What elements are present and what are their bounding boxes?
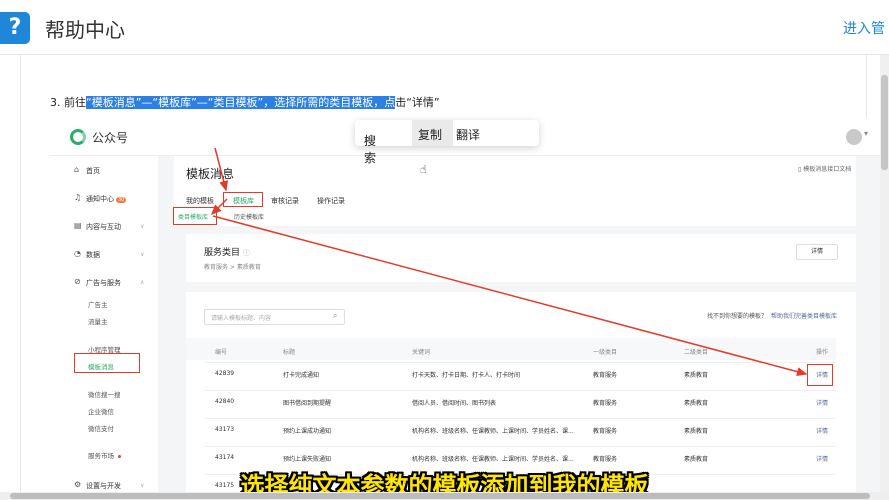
template-header-panel: [174, 156, 856, 226]
help-logo-icon[interactable]: ?: [0, 12, 30, 44]
search-placeholder: 请输入模板标题、内容: [211, 315, 272, 322]
step-prefix: 3. 前往: [50, 96, 86, 109]
subtab-highlight-box: [173, 207, 217, 225]
table-cell: 机构名称、班级名称、任课教师、上课时间、学员姓名、课...: [412, 428, 574, 435]
table-cell: 素质教育: [684, 456, 709, 463]
improve-link: 帮助我们完善类目模板库: [771, 313, 838, 320]
sidebar-item-ads: 广告与服务: [86, 279, 121, 287]
chevron-down-icon: ∨: [140, 223, 145, 230]
service-panel: [186, 234, 856, 282]
ads-icon: ⊘: [74, 277, 81, 286]
th-cat1: 一级类目: [593, 349, 618, 356]
popup-translate[interactable]: 翻译: [456, 126, 480, 143]
template-doc-link: ▯ 模板消息接口文档: [798, 166, 852, 173]
notify-badge: 30: [116, 197, 127, 203]
template-search-input: 请输入模板标题、内容 ⌕: [204, 309, 345, 325]
sidebar-item-content: 内容与互动: [86, 223, 121, 231]
chevron-down-icon: ▾: [864, 129, 869, 138]
table-cell: 教育服务: [593, 400, 618, 407]
chevron-up-icon: ∧: [140, 279, 145, 286]
table-row-divider: [204, 418, 836, 419]
step-instruction: 3. 前往“模板消息”—“模板库”—“类目模板”，选择所需的类目模板，点击“详情…: [50, 94, 440, 110]
sidebar-sub-market: 服务市场: [88, 450, 121, 460]
table-cell: 素质教育: [684, 400, 709, 407]
sidebar-item-notify: 通知中心 30: [86, 195, 127, 203]
table-cell: 教育服务: [593, 428, 618, 435]
template-title: 模板消息: [186, 167, 235, 181]
table-cell: 42839: [215, 370, 235, 377]
th-title: 标题: [283, 349, 296, 356]
table-cell: 打卡天数、打卡日期、打卡人、打卡时间: [412, 372, 521, 379]
help-header: ? 帮助中心 进入管: [0, 0, 889, 55]
service-path: 教育服务 > 素质教育: [204, 264, 261, 271]
table-cell: 43174: [215, 454, 235, 461]
embedded-screenshot: 公众号 ▾ ⌂ 首页 ♫ 通知中心 30 ▤ 内容与互动 ∨ ◔ 数据 ∨ ⊘ 广…: [50, 118, 880, 492]
home-icon: ⌂: [74, 165, 80, 174]
enter-admin-link[interactable]: 进入管: [843, 18, 885, 38]
table-row-divider: [204, 390, 836, 391]
subtab-history: 历史模板库: [234, 214, 265, 221]
not-found-hint: 找不到你想要的模板？ 帮助我们完善类目模板库: [707, 313, 838, 320]
tab-highlight-box: [223, 192, 263, 207]
bell-icon: ♫: [74, 193, 82, 202]
sidebar-sub-pay: 微信支付: [88, 425, 114, 433]
tab-review-log: 审核记录: [271, 197, 299, 205]
service-detail-button: 详情: [796, 244, 838, 260]
table-cell: 素质教育: [684, 428, 709, 435]
left-divider: [20, 55, 21, 492]
tab-my-templates: 我的模板: [186, 197, 214, 205]
horizontal-scrollbar[interactable]: [0, 492, 889, 500]
th-id: 编号: [215, 349, 228, 356]
detail-highlight-box: [807, 364, 833, 386]
sidebar-sub-search: 微信搜一搜: [88, 391, 121, 399]
template-menu-highlight: [74, 353, 140, 373]
mp-name: 公众号: [92, 131, 129, 145]
scroll-thumb[interactable]: [881, 75, 888, 170]
popup-copy[interactable]: 复制: [418, 126, 442, 143]
sidebar-sub-work: 企业微信: [88, 408, 114, 416]
content-icon: ▤: [74, 221, 82, 230]
table-cell: 图书借阅到期提醒: [283, 400, 332, 407]
vertical-scrollbar[interactable]: [880, 55, 889, 492]
table-cell: 预约上课成功通知: [283, 428, 332, 435]
sidebar-item-home: 首页: [86, 167, 100, 175]
table-cell: 机构名称、班级名称、任课教师、上课时间、学员姓名、课...: [412, 456, 574, 463]
sidebar-sub-ads: 广告主: [88, 301, 108, 309]
data-icon: ◔: [74, 249, 81, 258]
mp-sidebar: ⌂ 首页 ♫ 通知中心 30 ▤ 内容与互动 ∨ ◔ 数据 ∨ ⊘ 广告与服务 ∧…: [50, 156, 158, 492]
sidebar-item-data: 数据: [86, 251, 100, 259]
row-detail-link: 详情: [816, 456, 829, 463]
avatar: [846, 129, 862, 145]
table-cell: 素质教育: [684, 372, 709, 379]
row-detail-link: 详情: [816, 400, 829, 407]
th-keywords: 关键词: [412, 349, 431, 356]
text-selection-popup: ⌕ 搜索 复制 翻译: [355, 120, 539, 165]
table-cell: 借阅人员、借阅时间、图书列表: [412, 400, 497, 407]
table-row-divider: [204, 446, 836, 447]
table-cell: 42840: [215, 398, 235, 405]
table-cell: 预约上课失败通知: [283, 456, 332, 463]
mouse-cursor-icon: ☝: [420, 163, 427, 176]
table-cell: 教育服务: [593, 456, 618, 463]
table-cell: 打卡完成通知: [283, 372, 320, 379]
tab-operation-log: 操作记录: [317, 197, 345, 205]
chevron-down-icon: ∨: [140, 251, 145, 258]
row-detail-link: 详情: [816, 428, 829, 435]
scroll-thumb[interactable]: [10, 493, 870, 499]
step-suffix: 击“详情”: [395, 96, 440, 109]
search-icon: ⌕: [333, 311, 338, 320]
selected-text[interactable]: “模板消息”—“模板库”—“类目模板”，选择所需的类目模板，点: [86, 96, 396, 109]
sidebar-sub-traffic: 流量主: [88, 318, 108, 326]
table-row-divider: [204, 362, 836, 363]
th-action: 操作: [816, 349, 829, 356]
th-cat2: 二级类目: [684, 349, 709, 356]
page-title: 帮助中心: [45, 18, 125, 42]
table-cell: 教育服务: [593, 372, 618, 379]
wechat-mp-logo-icon: [70, 129, 86, 145]
service-title: 服务类目 ⓘ: [204, 248, 250, 258]
table-cell: 43173: [215, 426, 235, 433]
